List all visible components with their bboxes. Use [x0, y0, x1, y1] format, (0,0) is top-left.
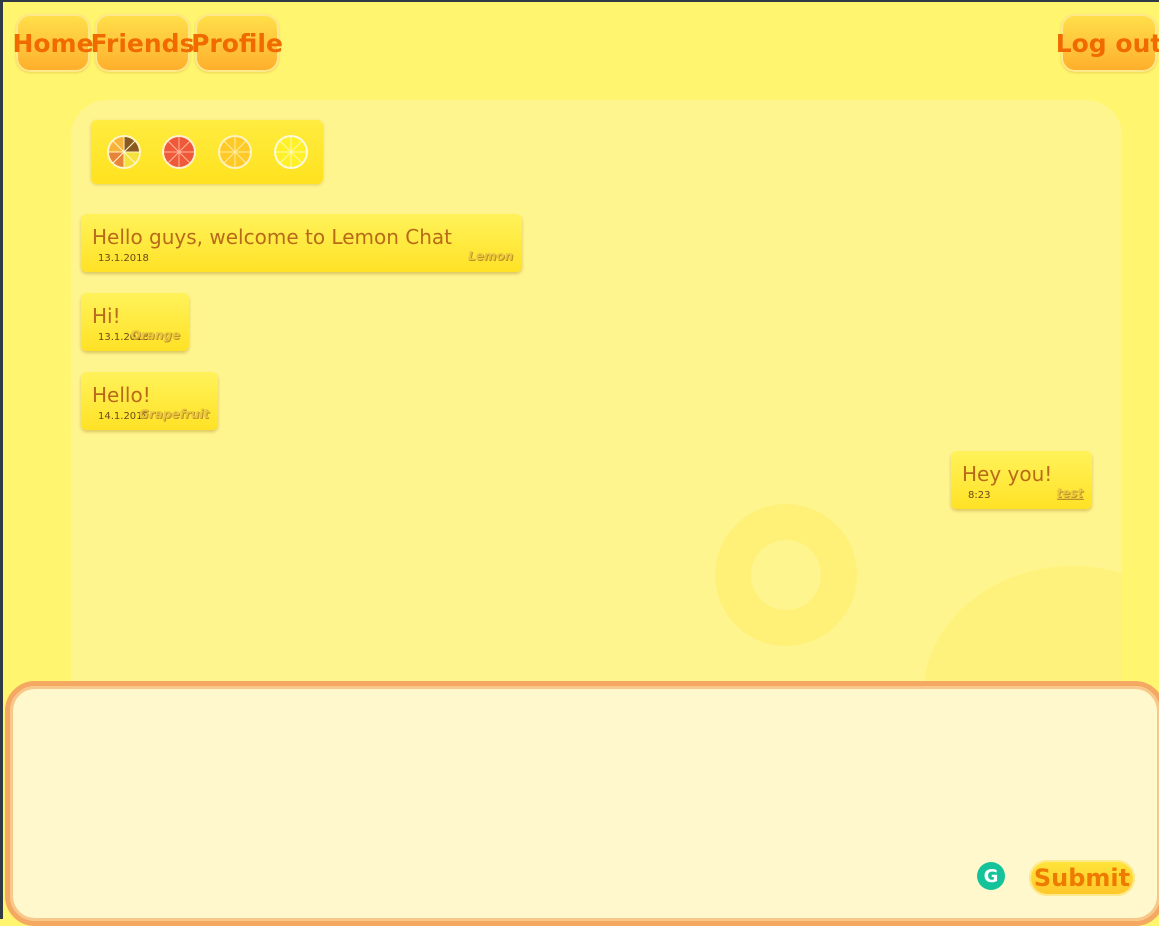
own-chat-message: Hey you! 8:23 test: [951, 451, 1092, 509]
mixed-fruit-icon[interactable]: [106, 134, 142, 170]
decorative-ring: [715, 504, 857, 646]
message-author: Orange: [130, 328, 181, 342]
message-author: Grapefruit: [138, 407, 209, 421]
message-text: Hello guys, welcome to Lemon Chat: [92, 225, 453, 249]
message-composer: G Submit: [5, 681, 1159, 926]
message-text: Hi!: [92, 304, 121, 328]
chat-message: Hello! 14.1.2018 Grapefruit: [81, 372, 218, 430]
message-date: 8:23: [968, 490, 991, 501]
chat-panel: Hello guys, welcome to Lemon Chat 13.1.2…: [71, 100, 1122, 720]
orange-icon[interactable]: [217, 134, 253, 170]
theme-selector: [91, 120, 323, 184]
message-author: Lemon: [467, 249, 513, 263]
friends-button[interactable]: Friends: [91, 14, 194, 72]
message-author: test: [1056, 486, 1083, 500]
logout-button[interactable]: Log out: [1056, 14, 1159, 72]
message-date: 13.1.2018: [98, 253, 149, 264]
message-text: Hey you!: [962, 462, 1053, 486]
message-input[interactable]: [20, 696, 964, 850]
message-text: Hello!: [92, 383, 151, 407]
window-frame-top: [0, 0, 1159, 2]
window-frame-edge: [0, 0, 3, 919]
chat-message: Hello guys, welcome to Lemon Chat 13.1.2…: [81, 214, 522, 272]
submit-button[interactable]: Submit: [1029, 860, 1135, 896]
grammarly-icon[interactable]: G: [977, 862, 1005, 890]
lemon-icon[interactable]: [273, 134, 309, 170]
chat-message: Hi! 13.1.2018 Orange: [81, 293, 189, 351]
home-button[interactable]: Home: [12, 14, 94, 72]
grapefruit-icon[interactable]: [161, 134, 197, 170]
profile-button[interactable]: Profile: [191, 14, 283, 72]
